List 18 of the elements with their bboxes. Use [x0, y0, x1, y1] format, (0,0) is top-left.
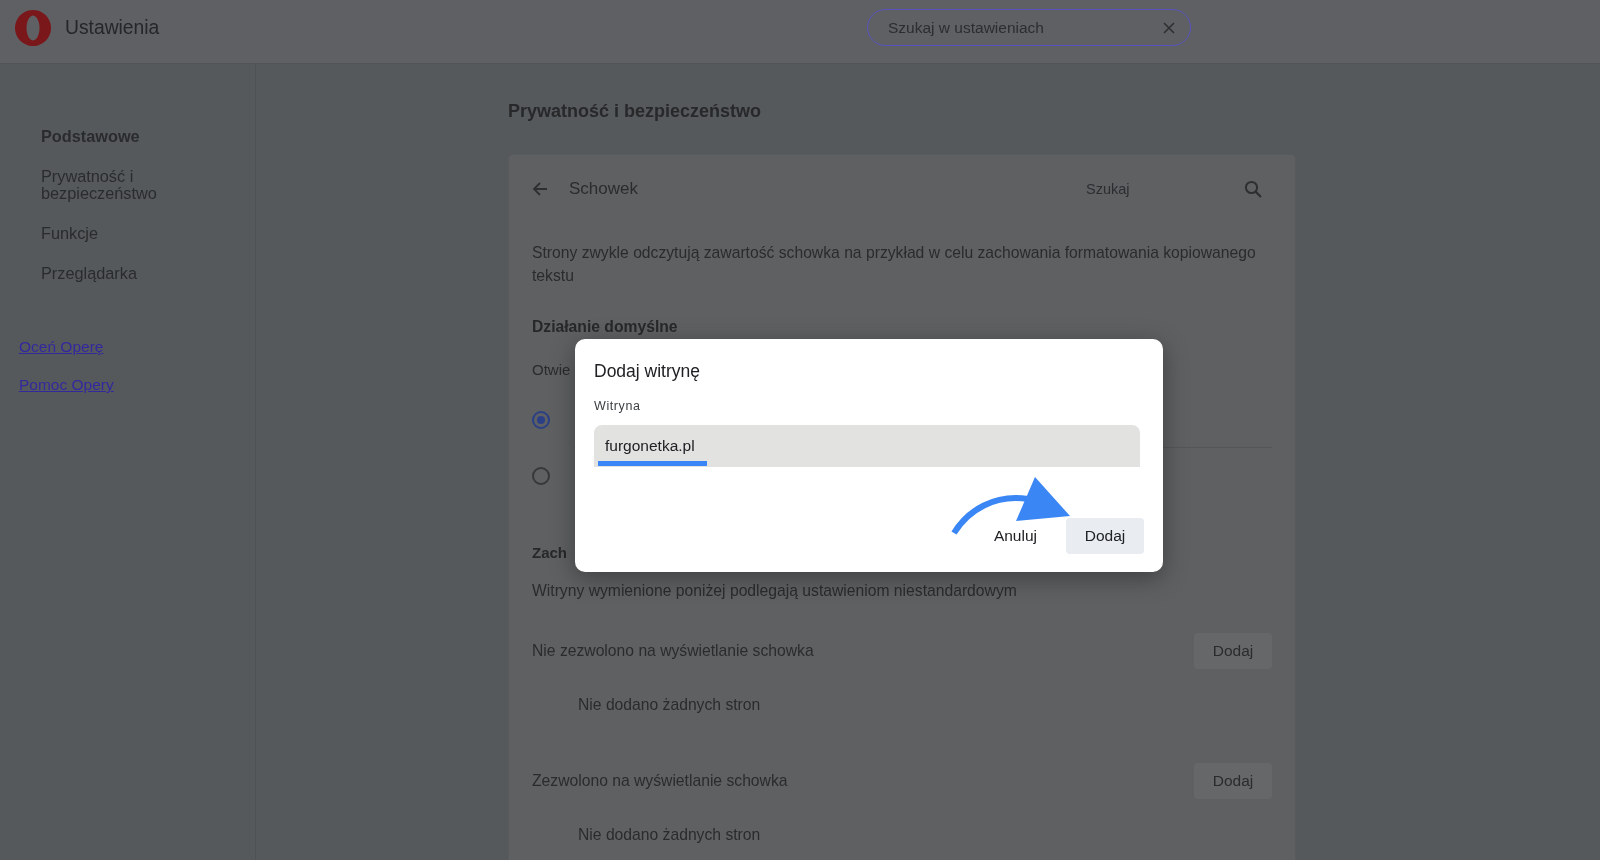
search-icon[interactable] [1244, 180, 1262, 198]
radio-button[interactable] [532, 467, 550, 485]
section-subheading: Działanie domyślne [532, 317, 678, 337]
close-icon[interactable] [1163, 21, 1175, 34]
back-arrow-icon[interactable] [532, 181, 548, 197]
section-subheading: Zach [532, 543, 567, 563]
cancel-button[interactable]: Anuluj [987, 518, 1043, 554]
add-button[interactable]: Dodaj [1066, 518, 1144, 554]
dialog-title: Dodaj witrynę [594, 360, 701, 383]
sidebar-link[interactable]: Oceń Operę [19, 338, 104, 355]
add-button[interactable]: Dodaj [1194, 633, 1272, 669]
site-input[interactable]: furgonetka.pl [594, 425, 1140, 467]
field-label: Witryna [594, 398, 641, 414]
radio-button[interactable] [532, 411, 550, 429]
settings-title: Ustawienia [65, 16, 160, 39]
logo-icon [15, 9, 51, 46]
add-button[interactable]: Dodaj [1194, 763, 1272, 799]
sidebar-link[interactable]: Pomoc Opery [19, 376, 114, 393]
